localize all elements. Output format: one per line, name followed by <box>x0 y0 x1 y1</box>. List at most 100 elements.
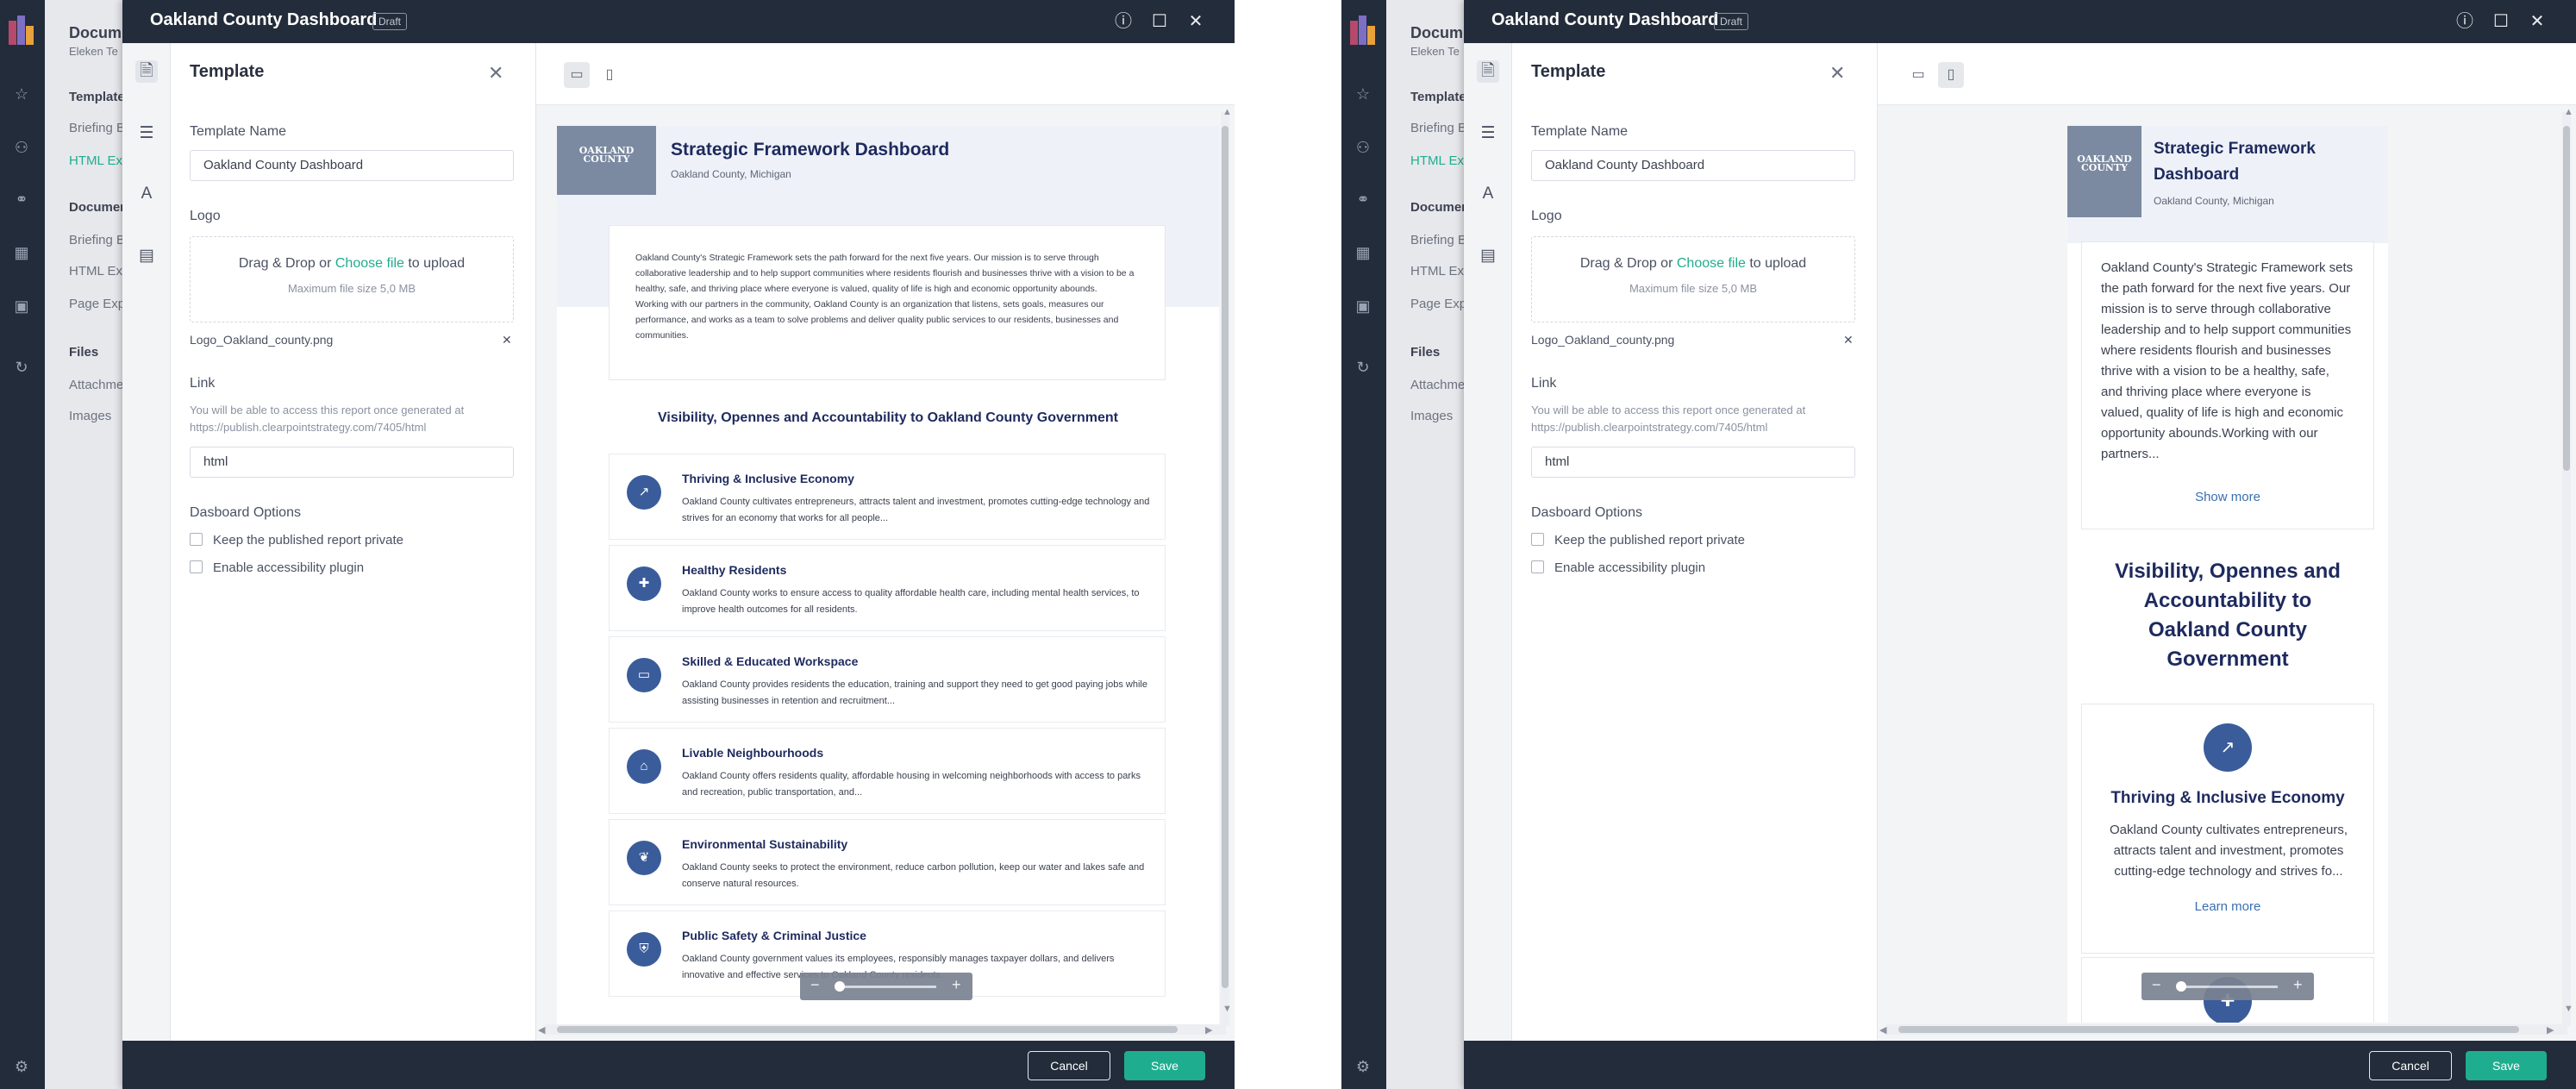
scroll-up-icon[interactable]: ▲ <box>1222 107 1232 117</box>
remove-file-icon[interactable]: ✕ <box>502 333 512 347</box>
app-logo[interactable] <box>1348 14 1378 48</box>
save-button[interactable]: Save <box>1124 1051 1205 1080</box>
sidebar-item-active[interactable]: HTML Ex <box>1410 153 1464 168</box>
mobile-view-icon[interactable]: ▯ <box>1938 62 1964 88</box>
sidebar-item[interactable]: HTML Ex <box>1410 264 1464 279</box>
checkbox-box[interactable] <box>1531 560 1544 573</box>
zoom-out-button[interactable]: − <box>810 976 820 994</box>
settings-gear-icon[interactable]: ⚙ <box>1354 1057 1372 1076</box>
archive-icon[interactable]: ▣ <box>12 297 31 316</box>
sidebar-item[interactable]: Briefing B <box>69 121 125 135</box>
scroll-thumb[interactable] <box>2563 126 2570 471</box>
sidebar-item[interactable]: Images <box>69 409 111 423</box>
checkbox-box[interactable] <box>190 560 203 573</box>
scroll-right-icon[interactable]: ▶ <box>2547 1024 2554 1036</box>
zoom-slider-handle[interactable] <box>2176 981 2186 992</box>
network-icon[interactable]: ⚭ <box>12 190 31 209</box>
scroll-thumb[interactable] <box>557 1026 1178 1033</box>
show-more-link[interactable]: Show more <box>2082 487 2373 508</box>
calendar-icon[interactable]: ▤ <box>1477 245 1499 267</box>
zoom-control[interactable]: − + <box>800 973 972 1000</box>
checkbox-box[interactable] <box>1531 533 1544 546</box>
help-icon[interactable]: ⓘ <box>1112 10 1135 33</box>
help-icon[interactable]: ⓘ <box>2454 10 2476 33</box>
vertical-scrollbar[interactable] <box>2562 112 2571 1026</box>
learn-more-link[interactable]: Learn more <box>2082 899 2373 914</box>
sidebar-item[interactable]: Images <box>1410 409 1453 423</box>
layers-icon[interactable]: ☰ <box>1477 122 1499 145</box>
choose-file-link[interactable]: Choose file <box>335 256 404 271</box>
zoom-track[interactable] <box>2178 986 2278 988</box>
goal-card[interactable]: ✚ Healthy Residents Oakland County works t… <box>609 545 1166 631</box>
hierarchy-icon[interactable]: ⚇ <box>12 138 31 157</box>
link-input[interactable]: html <box>190 447 514 478</box>
goal-card[interactable]: ❦ Environmental Sustainability Oakland Cou… <box>609 819 1166 905</box>
accessibility-checkbox[interactable]: Enable accessibility plugin <box>190 560 364 575</box>
layers-icon[interactable]: ☰ <box>135 122 158 145</box>
close-icon[interactable]: ✕ <box>1185 10 1207 33</box>
sidebar-item[interactable]: HTML Ex <box>69 264 122 279</box>
table-icon[interactable]: ▦ <box>12 243 31 262</box>
zoom-in-button[interactable]: + <box>952 976 961 994</box>
goal-card[interactable]: ⌂ Livable Neighbourhoods Oakland County of… <box>609 728 1166 814</box>
private-checkbox[interactable]: Keep the published report private <box>190 533 403 548</box>
sidebar-item[interactable]: Briefing B <box>69 233 125 247</box>
network-icon[interactable]: ⚭ <box>1354 190 1372 209</box>
cancel-button[interactable]: Cancel <box>2369 1051 2452 1080</box>
link-input[interactable]: html <box>1531 447 1855 478</box>
sidebar-item[interactable]: Briefing B <box>1410 121 1466 135</box>
logo-dropzone[interactable]: Drag & Drop or Choose file to upload Max… <box>1531 236 1855 322</box>
sidebar-item[interactable]: Page Exp <box>69 297 125 311</box>
mobile-view-icon[interactable]: ▯ <box>597 62 622 88</box>
app-logo[interactable] <box>7 14 36 48</box>
star-icon[interactable]: ☆ <box>12 84 31 103</box>
close-icon[interactable]: ✕ <box>1829 62 1845 84</box>
scroll-thumb[interactable] <box>1222 126 1229 988</box>
goal-card[interactable]: ↗ Thriving & Inclusive Economy Oakland Cou… <box>609 454 1166 540</box>
horizontal-scrollbar[interactable] <box>545 1024 1226 1035</box>
scroll-down-icon[interactable]: ▼ <box>1222 1004 1232 1014</box>
accessibility-checkbox[interactable]: Enable accessibility plugin <box>1531 560 1705 575</box>
remove-file-icon[interactable]: ✕ <box>1843 333 1854 347</box>
scroll-thumb[interactable] <box>1898 1026 2519 1033</box>
vertical-scrollbar[interactable] <box>1221 112 1229 1026</box>
template-name-input[interactable]: Oakland County Dashboard <box>1531 150 1855 181</box>
sidebar-item-active[interactable]: HTML Ex <box>69 153 122 168</box>
goal-card[interactable]: ▭ Skilled & Educated Workspace Oakland Cou… <box>609 636 1166 723</box>
zoom-track[interactable] <box>836 986 936 988</box>
sync-icon[interactable]: ↻ <box>1354 358 1372 377</box>
scroll-left-icon[interactable]: ◀ <box>1879 1024 1886 1036</box>
zoom-out-button[interactable]: − <box>2152 976 2161 994</box>
scroll-up-icon[interactable]: ▲ <box>2564 107 2573 117</box>
choose-file-link[interactable]: Choose file <box>1677 256 1746 271</box>
sync-icon[interactable]: ↻ <box>12 358 31 377</box>
desktop-view-icon[interactable]: ▭ <box>1905 62 1931 88</box>
typography-icon[interactable]: A <box>135 183 158 205</box>
zoom-in-button[interactable]: + <box>2293 976 2303 994</box>
desktop-view-icon[interactable]: ▭ <box>564 62 590 88</box>
goal-card[interactable]: ↗ Thriving & Inclusive Economy Oakland C… <box>2081 704 2374 954</box>
private-checkbox[interactable]: Keep the published report private <box>1531 533 1745 548</box>
sidebar-item[interactable]: Page Exp <box>1410 297 1466 311</box>
cancel-button[interactable]: Cancel <box>1028 1051 1110 1080</box>
zoom-control[interactable]: − + <box>2141 973 2314 1000</box>
zoom-slider-handle[interactable] <box>835 981 845 992</box>
typography-icon[interactable]: A <box>1477 183 1499 205</box>
checkbox-box[interactable] <box>190 533 203 546</box>
sidebar-item[interactable]: Briefing B <box>1410 233 1466 247</box>
save-button[interactable]: Save <box>2466 1051 2547 1080</box>
maximize-icon[interactable]: ☐ <box>2490 10 2512 33</box>
sidebar-item[interactable]: Attachme <box>69 378 123 392</box>
sidebar-item[interactable]: Attachme <box>1410 378 1465 392</box>
logo-dropzone[interactable]: Drag & Drop or Choose file to upload Max… <box>190 236 514 322</box>
document-icon[interactable]: 🗎 <box>135 60 158 83</box>
settings-gear-icon[interactable]: ⚙ <box>12 1057 31 1076</box>
document-icon[interactable]: 🗎 <box>1477 60 1499 83</box>
close-icon[interactable]: ✕ <box>488 62 503 84</box>
scroll-down-icon[interactable]: ▼ <box>2564 1004 2573 1014</box>
horizontal-scrollbar[interactable] <box>1886 1024 2567 1035</box>
template-name-input[interactable]: Oakland County Dashboard <box>190 150 514 181</box>
scroll-left-icon[interactable]: ◀ <box>538 1024 545 1036</box>
maximize-icon[interactable]: ☐ <box>1148 10 1171 33</box>
table-icon[interactable]: ▦ <box>1354 243 1372 262</box>
